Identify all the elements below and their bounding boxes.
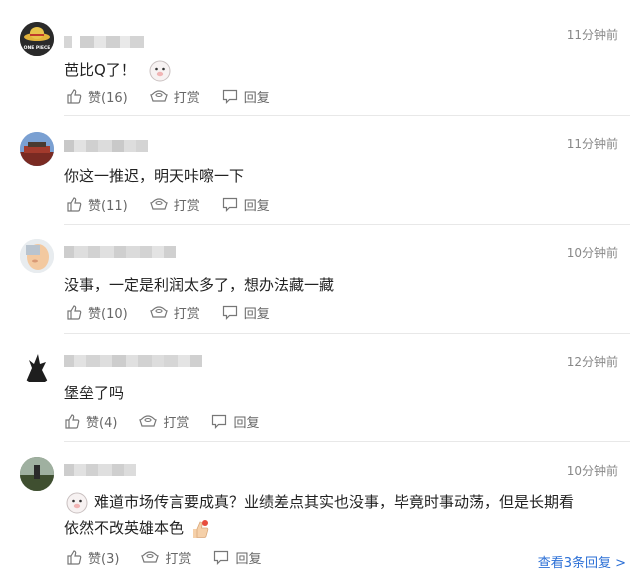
like-count: 赞(4) bbox=[86, 415, 118, 431]
tip-label: 打赏 bbox=[173, 90, 200, 106]
thumbs-up-emoji-icon bbox=[192, 519, 209, 538]
like-count: 赞(10) bbox=[88, 306, 128, 322]
divider bbox=[64, 441, 630, 442]
reply-bubble-icon bbox=[222, 197, 237, 212]
divider bbox=[64, 333, 630, 334]
straw-hat-icon: ONE PIECE bbox=[20, 22, 54, 56]
tip-button[interactable]: 打赏 bbox=[139, 412, 189, 431]
avatar[interactable] bbox=[20, 457, 54, 491]
comment-text: 芭比Q了！ bbox=[64, 58, 171, 82]
wolf-silhouette-icon bbox=[20, 350, 54, 384]
comment-time: 10分钟前 bbox=[566, 246, 618, 260]
like-count: 赞(3) bbox=[88, 551, 120, 567]
view-replies-link[interactable]: 查看3条回复 > bbox=[538, 552, 626, 571]
comment-actions: 赞(11) 打赏 回复 bbox=[66, 195, 292, 214]
gate-photo-icon bbox=[20, 132, 54, 166]
reply-button[interactable]: 回复 bbox=[222, 303, 270, 322]
comment-text: 你这一推迟，明天咔嚓一下 bbox=[64, 167, 245, 185]
like-button[interactable]: 赞(3) bbox=[66, 548, 119, 567]
comment-text: 没事，一定是利润太多了，想办法藏一藏 bbox=[64, 276, 335, 294]
avatar[interactable] bbox=[20, 239, 54, 273]
ingot-icon bbox=[149, 90, 168, 102]
comment-actions: 赞(3) 打赏 回复 bbox=[66, 548, 283, 567]
ingot-icon bbox=[139, 415, 158, 427]
ingot-icon bbox=[141, 551, 160, 563]
thumbs-up-icon bbox=[67, 89, 82, 104]
comment-actions: 赞(10) 打赏 回复 bbox=[66, 303, 292, 322]
comment-text: 堡垒了吗 bbox=[64, 384, 125, 402]
like-count: 赞(11) bbox=[88, 198, 128, 214]
tip-button[interactable]: 打赏 bbox=[149, 303, 200, 322]
pig-emoji-icon bbox=[66, 492, 88, 513]
comment-time: 11分钟前 bbox=[566, 137, 618, 151]
avatar[interactable] bbox=[20, 132, 54, 166]
username-blurred[interactable] bbox=[64, 246, 176, 258]
ingot-icon bbox=[149, 198, 168, 210]
reply-label: 回复 bbox=[243, 90, 270, 106]
landscape-photo-icon bbox=[20, 457, 54, 491]
tip-button[interactable]: 打赏 bbox=[141, 548, 191, 567]
like-button[interactable]: 赞(16) bbox=[66, 87, 128, 106]
ingot-icon bbox=[149, 306, 168, 318]
reply-label: 回复 bbox=[235, 551, 262, 567]
comment-actions: 赞(16) 打赏 回复 bbox=[66, 87, 292, 106]
reply-button[interactable]: 回复 bbox=[222, 87, 270, 106]
tip-label: 打赏 bbox=[173, 198, 200, 214]
tip-label: 打赏 bbox=[165, 551, 192, 567]
reply-button[interactable]: 回复 bbox=[213, 548, 261, 567]
divider bbox=[64, 224, 630, 225]
reply-label: 回复 bbox=[243, 306, 270, 322]
like-button[interactable]: 赞(10) bbox=[66, 303, 128, 322]
reply-bubble-icon bbox=[214, 550, 229, 565]
thumbs-up-icon bbox=[65, 414, 80, 429]
like-button[interactable]: 赞(4) bbox=[64, 412, 117, 431]
reply-bubble-icon bbox=[222, 89, 237, 104]
tip-button[interactable]: 打赏 bbox=[149, 195, 200, 214]
reply-label: 回复 bbox=[233, 415, 260, 431]
thumbs-up-icon bbox=[67, 550, 82, 565]
username-blurred[interactable] bbox=[64, 355, 202, 367]
reply-bubble-icon bbox=[212, 414, 227, 429]
reply-button[interactable]: 回复 bbox=[222, 195, 270, 214]
thumbs-up-icon bbox=[67, 197, 82, 212]
comment-text-line2: 依然不改英雄本色 bbox=[64, 516, 211, 540]
avatar[interactable]: ONE PIECE bbox=[20, 22, 54, 56]
avatar[interactable] bbox=[20, 350, 54, 384]
avatar-logo-text: ONE PIECE bbox=[24, 45, 51, 51]
tip-button[interactable]: 打赏 bbox=[149, 87, 200, 106]
comment-actions: 赞(4) 打赏 回复 bbox=[64, 412, 281, 431]
reply-button[interactable]: 回复 bbox=[211, 412, 259, 431]
tip-label: 打赏 bbox=[173, 306, 200, 322]
like-count: 赞(16) bbox=[88, 90, 128, 106]
username-blurred[interactable] bbox=[64, 140, 148, 152]
comment-text: 难道市场传言要成真？业绩差点其实也没事，毕竟时事动荡，但是长期看 bbox=[66, 490, 574, 514]
reply-bubble-icon bbox=[222, 305, 237, 320]
comment-time: 11分钟前 bbox=[566, 28, 618, 42]
username-blurred[interactable] bbox=[64, 464, 136, 476]
username-blurred[interactable] bbox=[64, 36, 144, 48]
comment-time: 12分钟前 bbox=[566, 355, 618, 369]
tip-label: 打赏 bbox=[163, 415, 190, 431]
divider bbox=[64, 115, 630, 116]
reply-label: 回复 bbox=[243, 198, 270, 214]
comment-time: 10分钟前 bbox=[566, 464, 618, 478]
pig-emoji-icon bbox=[149, 60, 171, 81]
cartoon-face-icon bbox=[20, 239, 54, 273]
thumbs-up-icon bbox=[67, 305, 82, 320]
like-button[interactable]: 赞(11) bbox=[66, 195, 128, 214]
